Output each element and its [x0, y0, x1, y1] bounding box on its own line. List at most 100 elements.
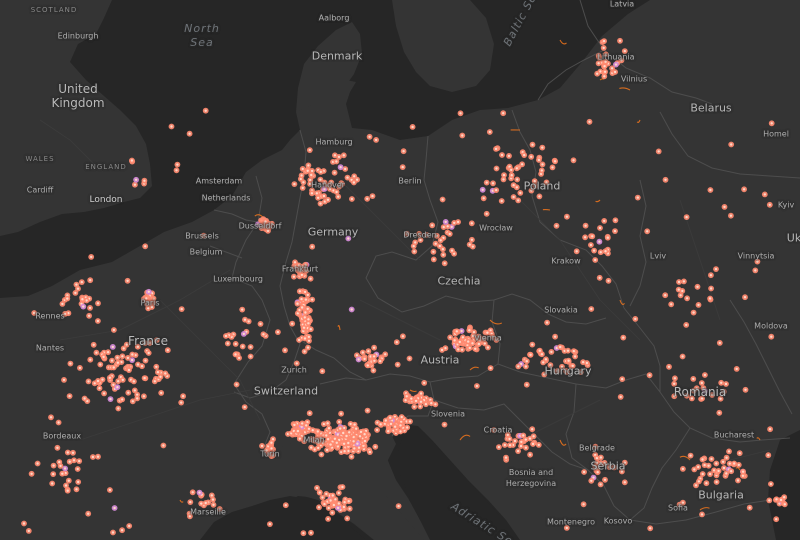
location-marker[interactable] [528, 187, 535, 194]
location-marker[interactable] [323, 491, 330, 497]
location-marker[interactable] [680, 499, 686, 506]
location-marker[interactable] [538, 167, 545, 174]
location-marker[interactable] [364, 362, 371, 369]
location-marker[interactable] [718, 379, 725, 386]
location-marker[interactable] [672, 375, 678, 382]
location-marker[interactable] [684, 295, 690, 302]
location-marker[interactable] [536, 193, 543, 200]
location-marker[interactable] [713, 460, 720, 467]
location-marker[interactable] [768, 120, 775, 127]
location-marker[interactable] [713, 266, 719, 272]
location-marker[interactable] [441, 260, 448, 267]
location-marker[interactable] [493, 165, 500, 172]
location-marker[interactable] [407, 418, 413, 425]
location-marker[interactable] [196, 489, 203, 496]
location-marker[interactable] [187, 499, 194, 505]
location-marker[interactable] [302, 335, 308, 342]
location-marker[interactable] [315, 445, 322, 451]
location-marker[interactable] [699, 395, 705, 402]
location-marker[interactable] [506, 436, 513, 442]
location-marker[interactable] [430, 248, 437, 255]
location-marker[interactable] [135, 361, 141, 368]
location-marker[interactable] [129, 157, 135, 164]
location-marker[interactable] [59, 470, 66, 477]
location-marker[interactable] [124, 277, 131, 284]
location-marker[interactable] [465, 338, 472, 345]
location-marker[interactable] [321, 193, 327, 199]
location-marker[interactable] [168, 123, 175, 130]
location-marker[interactable] [619, 376, 626, 382]
location-marker[interactable] [348, 306, 355, 313]
location-marker[interactable] [301, 348, 308, 355]
location-marker[interactable] [348, 453, 355, 460]
location-marker[interactable] [702, 372, 708, 378]
location-marker[interactable] [731, 460, 738, 467]
location-marker[interactable] [125, 389, 132, 396]
location-marker[interactable] [476, 341, 482, 347]
location-marker[interactable] [97, 361, 104, 368]
location-marker[interactable] [728, 468, 735, 475]
location-marker[interactable] [441, 421, 448, 428]
location-marker[interactable] [141, 393, 147, 400]
location-marker[interactable] [778, 497, 784, 503]
location-marker[interactable] [48, 414, 54, 421]
location-marker[interactable] [115, 405, 122, 412]
location-marker[interactable] [344, 515, 351, 522]
location-marker[interactable] [371, 344, 377, 351]
location-marker[interactable] [507, 442, 513, 449]
location-marker[interactable] [521, 152, 528, 159]
location-marker[interactable] [707, 187, 714, 193]
location-marker[interactable] [517, 190, 524, 196]
location-marker[interactable] [400, 333, 406, 340]
location-marker[interactable] [34, 460, 41, 467]
location-marker[interactable] [668, 301, 675, 308]
location-marker[interactable] [421, 380, 428, 386]
location-marker[interactable] [439, 196, 446, 203]
location-marker[interactable] [387, 414, 394, 421]
location-marker[interactable] [671, 380, 678, 387]
location-marker[interactable] [67, 360, 74, 367]
location-marker[interactable] [119, 396, 126, 403]
location-marker[interactable] [77, 365, 83, 371]
location-marker[interactable] [514, 176, 521, 183]
location-marker[interactable] [282, 347, 288, 354]
location-marker[interactable] [295, 428, 301, 434]
location-marker[interactable] [766, 201, 773, 208]
location-marker[interactable] [728, 141, 735, 148]
location-marker[interactable] [621, 48, 628, 54]
location-marker[interactable] [88, 254, 95, 260]
location-marker[interactable] [317, 176, 324, 183]
location-marker[interactable] [393, 339, 400, 346]
location-marker[interactable] [153, 363, 160, 370]
location-marker[interactable] [592, 463, 599, 470]
location-marker[interactable] [532, 182, 539, 189]
location-marker[interactable] [298, 296, 305, 302]
location-marker[interactable] [515, 197, 522, 204]
location-marker[interactable] [768, 481, 774, 487]
location-marker[interactable] [307, 275, 314, 282]
location-marker[interactable] [142, 340, 148, 346]
location-marker[interactable] [241, 404, 248, 410]
location-marker[interactable] [707, 295, 713, 302]
location-marker[interactable] [131, 378, 137, 385]
location-marker[interactable] [403, 393, 410, 400]
location-marker[interactable] [460, 334, 466, 341]
location-marker[interactable] [232, 341, 239, 347]
location-marker[interactable] [466, 345, 473, 351]
location-marker[interactable] [609, 65, 615, 72]
location-marker[interactable] [164, 347, 171, 354]
location-marker[interactable] [716, 340, 723, 346]
location-marker[interactable] [662, 292, 669, 299]
location-marker[interactable] [239, 343, 246, 350]
location-marker[interactable] [416, 231, 422, 237]
location-marker[interactable] [543, 179, 550, 186]
location-marker[interactable] [333, 189, 340, 195]
location-marker[interactable] [308, 444, 315, 451]
location-marker[interactable] [267, 521, 273, 527]
location-marker[interactable] [299, 185, 306, 191]
location-marker[interactable] [490, 180, 496, 187]
location-marker[interactable] [247, 344, 254, 350]
location-marker[interactable] [319, 368, 326, 375]
location-marker[interactable] [300, 530, 307, 537]
location-marker[interactable] [233, 381, 240, 388]
